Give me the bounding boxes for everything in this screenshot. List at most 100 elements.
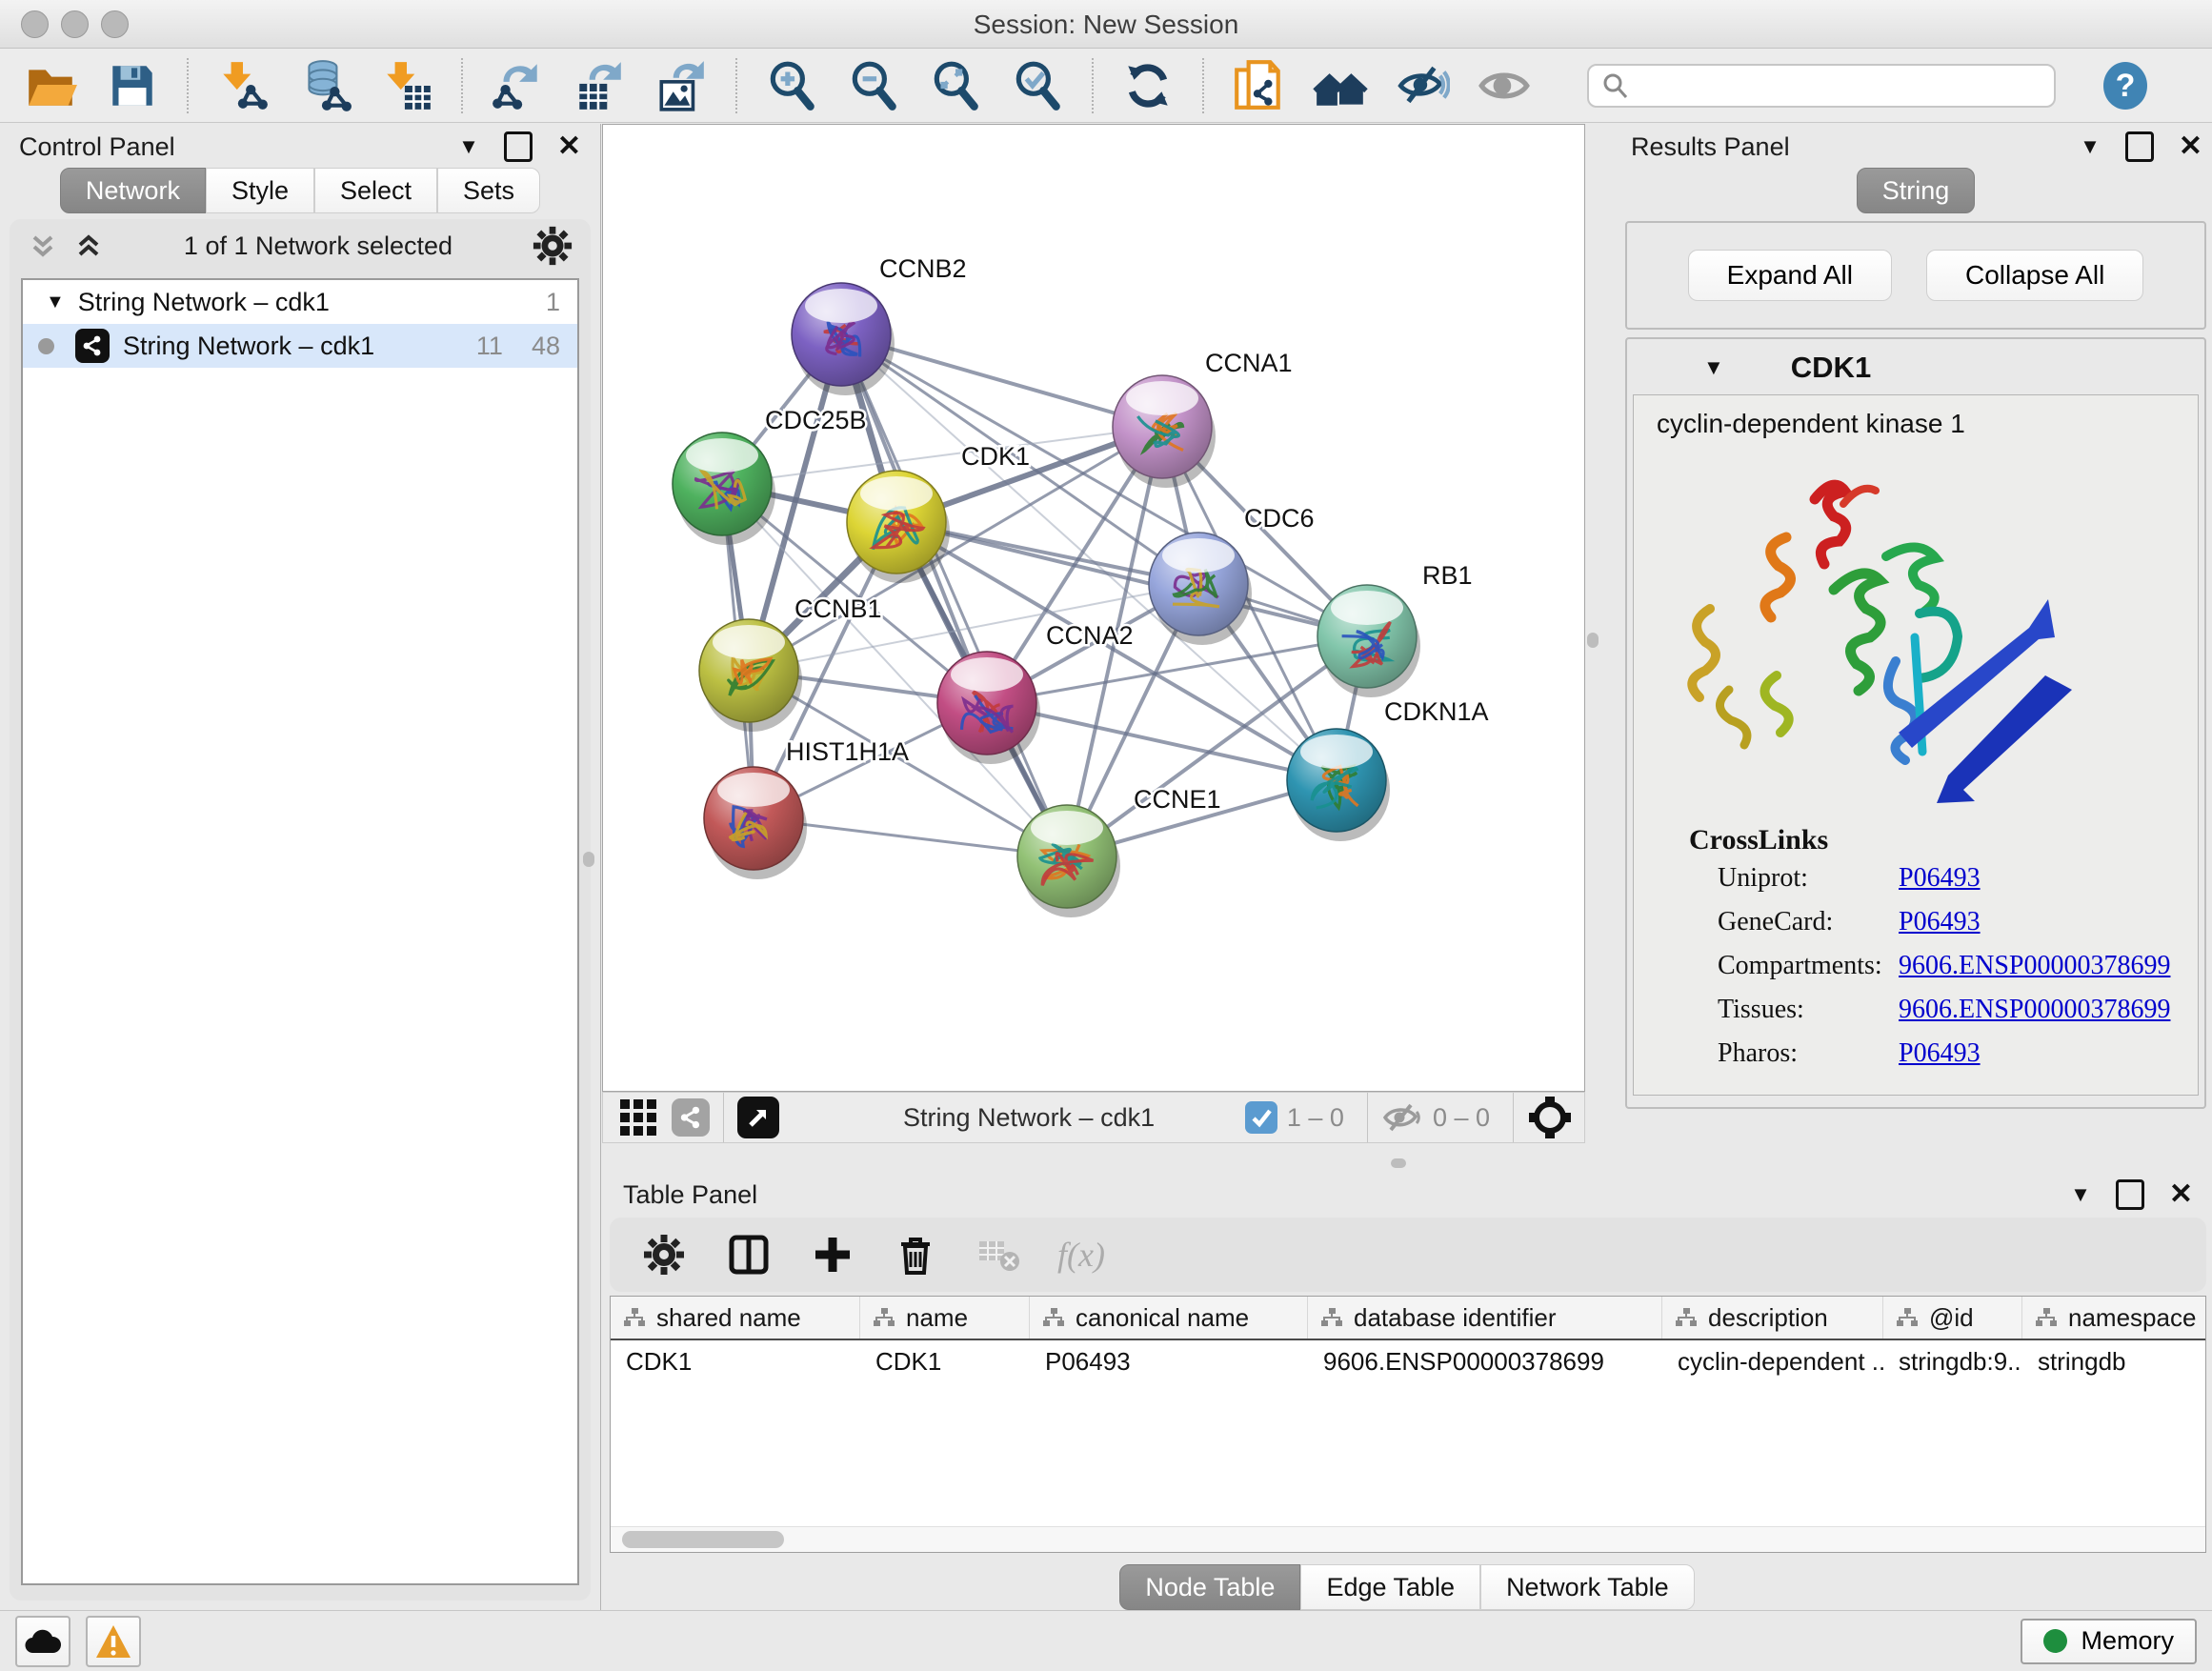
clone-network-button[interactable] (1227, 54, 1290, 117)
gear-icon[interactable] (532, 225, 573, 267)
network-node-CDK1[interactable]: CDK1 (847, 442, 1030, 583)
network-edge-CCNA1-CDC25B[interactable] (722, 427, 1162, 484)
horizontal-splitter-handle[interactable] (1391, 1158, 1406, 1168)
selected-checkbox-icon[interactable] (1245, 1101, 1277, 1134)
grid-view-icon[interactable] (620, 1099, 656, 1136)
search-field[interactable] (1587, 64, 2056, 108)
open-session-button[interactable] (19, 54, 82, 117)
table-cell[interactable]: CDK1 (860, 1340, 1030, 1382)
tab-style[interactable]: Style (206, 168, 314, 213)
tab-string[interactable]: String (1857, 168, 1976, 213)
save-session-button[interactable] (101, 54, 164, 117)
network-node-RB1[interactable]: RB1 (1317, 561, 1473, 697)
panel-close-icon[interactable]: ✕ (2169, 1180, 2193, 1209)
tab-node-table[interactable]: Node Table (1119, 1564, 1300, 1610)
export-image-button[interactable] (650, 54, 713, 117)
column-header-description[interactable]: description (1662, 1297, 1883, 1339)
help-button[interactable]: ? (2094, 59, 2157, 112)
tab-select[interactable]: Select (314, 168, 437, 213)
vertical-splitter-handle[interactable] (583, 852, 594, 867)
share-view-icon[interactable] (672, 1098, 710, 1137)
collapse-all-button[interactable]: Collapse All (1926, 250, 2143, 301)
show-columns-button[interactable] (722, 1228, 775, 1281)
tab-network-table[interactable]: Network Table (1480, 1564, 1695, 1610)
crosslink-link[interactable]: 9606.ENSP00000378699 (1899, 951, 2170, 981)
hide-details-button[interactable] (1391, 54, 1454, 117)
scrollbar-thumb[interactable] (622, 1531, 784, 1548)
column-header-id[interactable]: @id (1883, 1297, 2022, 1339)
export-network-button[interactable] (486, 54, 549, 117)
network-node-CCNB1[interactable]: CCNB1 (699, 594, 882, 732)
panel-float-icon[interactable] (504, 131, 533, 162)
memory-button[interactable]: Memory (2021, 1619, 2197, 1664)
vertical-splitter-handle[interactable] (1587, 633, 1599, 648)
delete-column-button[interactable] (890, 1229, 941, 1280)
delete-table-button[interactable] (974, 1232, 1025, 1278)
network-node-CCNB2[interactable]: CCNB2 (792, 254, 967, 395)
search-input[interactable] (1639, 70, 2042, 101)
zoom-in-button[interactable] (760, 54, 823, 117)
save-icon (105, 58, 160, 113)
table-tabs: Node TableEdge TableNetwork Table (602, 1564, 2212, 1610)
import-network-file-button[interactable] (211, 54, 274, 117)
import-table-button[interactable] (375, 54, 438, 117)
table-row[interactable]: CDK1CDK1P064939606.ENSP00000378699cyclin… (611, 1340, 2205, 1382)
add-column-button[interactable] (808, 1230, 857, 1279)
column-header-canonicalname[interactable]: canonical name (1030, 1297, 1308, 1339)
column-header-databaseidentifier[interactable]: database identifier (1308, 1297, 1662, 1339)
tab-sets[interactable]: Sets (437, 168, 540, 213)
collapse-all-icon[interactable] (27, 230, 59, 262)
crosslink-link[interactable]: P06493 (1899, 863, 1981, 894)
tab-edge-table[interactable]: Edge Table (1300, 1564, 1480, 1610)
table-settings-button[interactable] (638, 1229, 690, 1280)
network-collection-row[interactable]: ▼ String Network – cdk1 1 (23, 280, 577, 324)
entry-collapse-icon[interactable]: ▼ (1703, 355, 1724, 380)
table-cell[interactable]: stringdb (2022, 1340, 2206, 1382)
zoom-fit-button[interactable] (924, 54, 987, 117)
crosslink-link[interactable]: P06493 (1899, 907, 1981, 937)
column-header-name[interactable]: name (860, 1297, 1030, 1339)
refresh-button[interactable] (1116, 54, 1179, 117)
network-edge-CDK1-RB1[interactable] (896, 522, 1367, 636)
table-cell[interactable]: P06493 (1030, 1340, 1308, 1382)
zoom-selected-button[interactable] (1006, 54, 1069, 117)
home-button[interactable] (1309, 54, 1372, 117)
function-builder-button[interactable]: f(x) (1057, 1235, 1105, 1275)
table-cell[interactable]: cyclin-dependent ... (1662, 1340, 1883, 1382)
cloud-status-button[interactable] (15, 1616, 70, 1667)
export-table-button[interactable] (568, 54, 631, 117)
table-cell[interactable]: stringdb:9... (1883, 1340, 2022, 1382)
column-header-sharedname[interactable]: shared name (611, 1297, 860, 1339)
show-details-button[interactable] (1473, 54, 1536, 117)
network-row[interactable]: String Network – cdk1 11 48 (23, 324, 577, 368)
warnings-button[interactable] (86, 1616, 141, 1667)
panel-collapse-icon[interactable]: ▼ (458, 134, 479, 159)
network-node-CCNE1[interactable]: CCNE1 (1017, 785, 1221, 917)
plus-icon (812, 1234, 854, 1276)
table-horizontal-scrollbar[interactable] (611, 1526, 2205, 1552)
panel-collapse-icon[interactable]: ▼ (2070, 1182, 2091, 1207)
panel-close-icon[interactable]: ✕ (557, 132, 581, 161)
results-panel: Results Panel ▼ ✕ String Expand All Coll… (1619, 124, 2212, 1168)
crosslink-link[interactable]: 9606.ENSP00000378699 (1899, 995, 2170, 1025)
expand-all-button[interactable]: Expand All (1688, 250, 1892, 301)
panel-float-icon[interactable] (2116, 1179, 2144, 1210)
panel-collapse-icon[interactable]: ▼ (2080, 134, 2101, 159)
panel-float-icon[interactable] (2125, 131, 2154, 162)
tree-expander-icon[interactable]: ▼ (46, 292, 65, 313)
birds-eye-icon[interactable] (1527, 1095, 1573, 1140)
detach-view-icon[interactable] (737, 1097, 779, 1138)
column-header-namespace[interactable]: namespace (2022, 1297, 2206, 1339)
network-canvas[interactable]: CCNB2CCNA1CDC25BCDK1CDC6RB1CCNB1CCNA2CDK… (602, 124, 1585, 1092)
panel-close-icon[interactable]: ✕ (2179, 132, 2202, 161)
table-cell[interactable]: 9606.ENSP00000378699 (1308, 1340, 1662, 1382)
network-node-CDKN1A[interactable]: CDKN1A (1287, 697, 1489, 841)
zoom-out-button[interactable] (842, 54, 905, 117)
tab-network[interactable]: Network (60, 168, 206, 213)
table-cell[interactable]: CDK1 (611, 1340, 860, 1382)
expand-all-icon[interactable] (72, 230, 105, 262)
import-network-database-button[interactable] (293, 54, 356, 117)
network-node-CCNA1[interactable]: CCNA1 (1113, 349, 1293, 488)
crosslink-link[interactable]: P06493 (1899, 1038, 1981, 1069)
network-node-HIST1H1A[interactable]: HIST1H1A (704, 737, 909, 879)
